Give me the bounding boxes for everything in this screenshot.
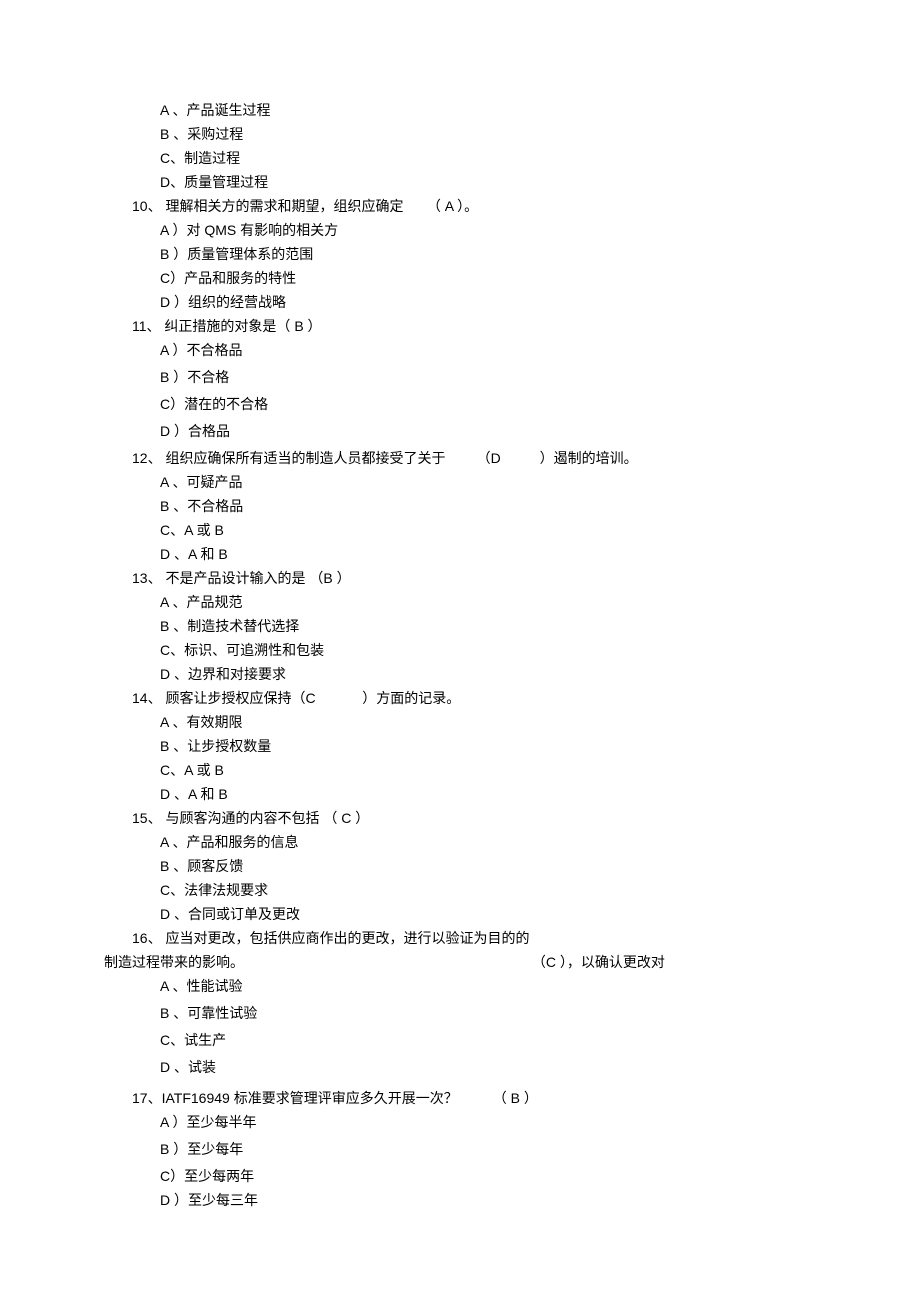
q16-option-d: D 、试装 bbox=[132, 1057, 920, 1078]
q16-num: 16、 bbox=[132, 930, 162, 946]
q16-option-a: A 、性能试验 bbox=[132, 976, 920, 997]
q15-option-a: A 、产品和服务的信息 bbox=[132, 832, 920, 853]
q13-option-d: D 、边界和对接要求 bbox=[132, 664, 920, 685]
q15-option-c: C、法律法规要求 bbox=[132, 880, 920, 901]
q17-stem: 17、IATF16949 标准要求管理评审应多久开展一次？ （ B ） bbox=[132, 1088, 920, 1109]
q14-stem: 14、 顾客让步授权应保持（C ）方面的记录。 bbox=[132, 688, 920, 709]
q16-answer: （C ） bbox=[532, 954, 567, 970]
q10-option-a: A ）对 QMS 有影响的相关方 bbox=[132, 220, 920, 241]
q17-num: 17 bbox=[132, 1090, 148, 1106]
q10-answer: （ A ） bbox=[427, 198, 464, 214]
q14-option-c: C、A 或 B bbox=[132, 760, 920, 781]
q10-text2: 。 bbox=[464, 198, 478, 214]
q15-option-d: D 、合同或订单及更改 bbox=[132, 904, 920, 925]
q13-num: 13、 bbox=[132, 570, 162, 586]
q14-num: 14、 bbox=[132, 690, 162, 706]
q9-option-c: C、制造过程 bbox=[132, 148, 920, 169]
q13-stem: 13、 不是产品设计输入的是 （B ） bbox=[132, 568, 920, 589]
q11-num: 11、 bbox=[132, 318, 161, 334]
q9-option-b: B 、采购过程 bbox=[132, 124, 920, 145]
q16-option-b: B 、可靠性试验 bbox=[132, 1003, 920, 1024]
q14-text1: 顾客让步授权应保持（C bbox=[162, 690, 316, 706]
q16-stem-line2: 制造过程带来的影响。 （C ），以确认更改对 bbox=[104, 952, 920, 973]
q13-option-c: C、标识、可追溯性和包装 bbox=[132, 640, 920, 661]
q11-option-b: B ）不合格 bbox=[132, 367, 920, 388]
q16-text1: 应当对更改，包括供应商作出的更改，进行以验证为目的的 bbox=[162, 930, 530, 946]
q12-num: 12、 bbox=[132, 450, 162, 466]
q12-stem: 12、 组织应确保所有适当的制造人员都接受了关于 （D ）遏制的培训。 bbox=[132, 448, 920, 469]
q15-option-b: B 、顾客反馈 bbox=[132, 856, 920, 877]
q11-stem: 11、 纠正措施的对象是（ B ） bbox=[132, 316, 920, 337]
q17-option-d: D ）至少每三年 bbox=[132, 1190, 920, 1211]
q16-line2a: 制造过程带来的影响。 bbox=[104, 954, 244, 970]
q11-option-d: D ）合格品 bbox=[132, 421, 920, 442]
q13-option-b: B 、制造技术替代选择 bbox=[132, 616, 920, 637]
q10-stem: 10、 理解相关方的需求和期望，组织应确定 （ A ）。 bbox=[132, 196, 920, 217]
q12-option-d: D 、A 和 B bbox=[132, 544, 920, 565]
q13-option-a: A 、产品规范 bbox=[132, 592, 920, 613]
q11-option-c: C）潜在的不合格 bbox=[132, 394, 920, 415]
q12-option-c: C、A 或 B bbox=[132, 520, 920, 541]
q12-text2: ）遏制的培训。 bbox=[540, 450, 638, 466]
q12-text1: 组织应确保所有适当的制造人员都接受了关于 bbox=[162, 450, 446, 466]
q13-text1: 不是产品设计输入的是 （B ） bbox=[162, 570, 351, 586]
q15-text1: 与顾客沟通的内容不包括 （ C ） bbox=[162, 810, 370, 826]
q17-option-c: C）至少每两年 bbox=[132, 1166, 920, 1187]
q15-num: 15、 bbox=[132, 810, 162, 826]
q14-option-d: D 、A 和 B bbox=[132, 784, 920, 805]
q14-option-b: B 、让步授权数量 bbox=[132, 736, 920, 757]
q16-text2: ，以确认更改对 bbox=[567, 954, 665, 970]
q17-option-b: B ）至少每年 bbox=[132, 1139, 920, 1160]
q12-answer: （D bbox=[477, 450, 501, 466]
q10-text1: 理解相关方的需求和期望，组织应确定 bbox=[162, 198, 404, 214]
q17-text1: 、IATF16949 标准要求管理评审应多久开展一次？ bbox=[148, 1090, 458, 1106]
q11-text1: 纠正措施的对象是（ B ） bbox=[161, 318, 322, 334]
q14-text2: ）方面的记录。 bbox=[362, 690, 460, 706]
q9-option-a: A 、产品诞生过程 bbox=[132, 100, 920, 121]
q11-option-a: A ）不合格品 bbox=[132, 340, 920, 361]
q14-option-a: A 、有效期限 bbox=[132, 712, 920, 733]
q10-num: 10、 bbox=[132, 198, 162, 214]
q15-stem: 15、 与顾客沟通的内容不包括 （ C ） bbox=[132, 808, 920, 829]
q17-option-a: A ）至少每半年 bbox=[132, 1112, 920, 1133]
q9-option-d: D、质量管理过程 bbox=[132, 172, 920, 193]
q10-option-d: D ）组织的经营战略 bbox=[132, 292, 920, 313]
q12-option-a: A 、可疑产品 bbox=[132, 472, 920, 493]
q10-option-b: B ）质量管理体系的范围 bbox=[132, 244, 920, 265]
q16-stem-line1: 16、 应当对更改，包括供应商作出的更改，进行以验证为目的的 bbox=[132, 928, 920, 949]
q16-option-c: C、试生产 bbox=[132, 1030, 920, 1051]
q10-option-c: C）产品和服务的特性 bbox=[132, 268, 920, 289]
q17-answer: （ B ） bbox=[493, 1090, 538, 1106]
q12-option-b: B 、不合格品 bbox=[132, 496, 920, 517]
